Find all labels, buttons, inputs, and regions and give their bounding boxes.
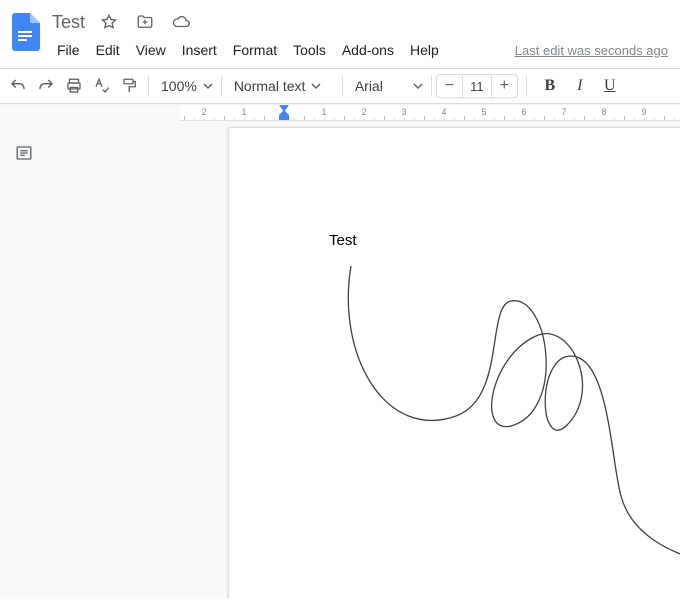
ruler-label: 2 xyxy=(361,107,366,117)
ruler-label: 4 xyxy=(441,107,446,117)
canvas: 2 1 1 2 3 4 5 6 7 8 9 Test xyxy=(48,105,680,599)
title-row: Test xyxy=(44,8,672,34)
underline-button[interactable]: U xyxy=(597,72,623,100)
toolbar-separator xyxy=(221,76,222,96)
font-value: Arial xyxy=(355,78,383,94)
menu-addons[interactable]: Add-ons xyxy=(335,38,401,62)
zoom-value: 100% xyxy=(161,78,197,94)
title-bar: Test File Edit View Insert Format Tools … xyxy=(0,0,680,68)
chevron-down-icon xyxy=(413,78,423,94)
last-edit-link[interactable]: Last edit was seconds ago xyxy=(515,43,672,58)
document-page[interactable]: Test xyxy=(228,127,680,599)
menu-file[interactable]: File xyxy=(50,38,87,62)
menu-edit[interactable]: Edit xyxy=(89,38,127,62)
increase-fontsize-button[interactable]: + xyxy=(492,74,518,98)
chevron-down-icon xyxy=(203,78,213,94)
drawing-scribble xyxy=(341,266,680,576)
paint-format-icon[interactable] xyxy=(116,72,144,100)
horizontal-ruler[interactable]: 2 1 1 2 3 4 5 6 7 8 9 xyxy=(180,105,680,121)
toolbar: 100% Normal text Arial − + B I U xyxy=(0,68,680,104)
toolbar-separator xyxy=(431,76,432,96)
indent-left-marker[interactable] xyxy=(279,115,289,120)
menu-help[interactable]: Help xyxy=(403,38,446,62)
ruler-label: 6 xyxy=(521,107,526,117)
font-dropdown[interactable]: Arial xyxy=(347,72,427,100)
spellcheck-icon[interactable] xyxy=(88,72,116,100)
ruler-label: 5 xyxy=(481,107,486,117)
ruler-label: 1 xyxy=(321,107,326,117)
bold-button[interactable]: B xyxy=(537,72,563,100)
editor-area: 2 1 1 2 3 4 5 6 7 8 9 Test xyxy=(0,104,680,599)
menu-format[interactable]: Format xyxy=(226,38,284,62)
chevron-down-icon xyxy=(311,78,321,94)
body-text[interactable]: Test xyxy=(329,232,357,249)
print-icon[interactable] xyxy=(60,72,88,100)
italic-button[interactable]: I xyxy=(567,72,593,100)
cloud-icon[interactable] xyxy=(169,10,193,34)
paragraph-style-dropdown[interactable]: Normal text xyxy=(226,72,338,100)
decrease-fontsize-button[interactable]: − xyxy=(436,74,462,98)
paragraph-style-value: Normal text xyxy=(234,78,306,94)
ruler-label: 8 xyxy=(601,107,606,117)
zoom-dropdown[interactable]: 100% xyxy=(153,72,217,100)
left-gutter xyxy=(0,105,48,599)
ruler-label: 2 xyxy=(201,107,206,117)
fontsize-input[interactable] xyxy=(462,74,492,98)
document-title[interactable]: Test xyxy=(52,12,85,33)
menu-bar: File Edit View Insert Format Tools Add-o… xyxy=(44,34,672,68)
menu-tools[interactable]: Tools xyxy=(286,38,333,62)
ruler-label: 7 xyxy=(561,107,566,117)
menu-view[interactable]: View xyxy=(129,38,173,62)
font-size-group: − + xyxy=(436,74,518,98)
star-icon[interactable] xyxy=(97,10,121,34)
menu-insert[interactable]: Insert xyxy=(175,38,224,62)
undo-icon[interactable] xyxy=(4,72,32,100)
ruler-label: 9 xyxy=(641,107,646,117)
toolbar-separator xyxy=(342,76,343,96)
toolbar-separator xyxy=(526,76,527,96)
outline-icon[interactable] xyxy=(12,141,36,165)
move-icon[interactable] xyxy=(133,10,157,34)
toolbar-separator xyxy=(148,76,149,96)
ruler-label: 1 xyxy=(241,107,246,117)
redo-icon[interactable] xyxy=(32,72,60,100)
docs-logo[interactable] xyxy=(8,8,44,56)
ruler-label: 3 xyxy=(401,107,406,117)
